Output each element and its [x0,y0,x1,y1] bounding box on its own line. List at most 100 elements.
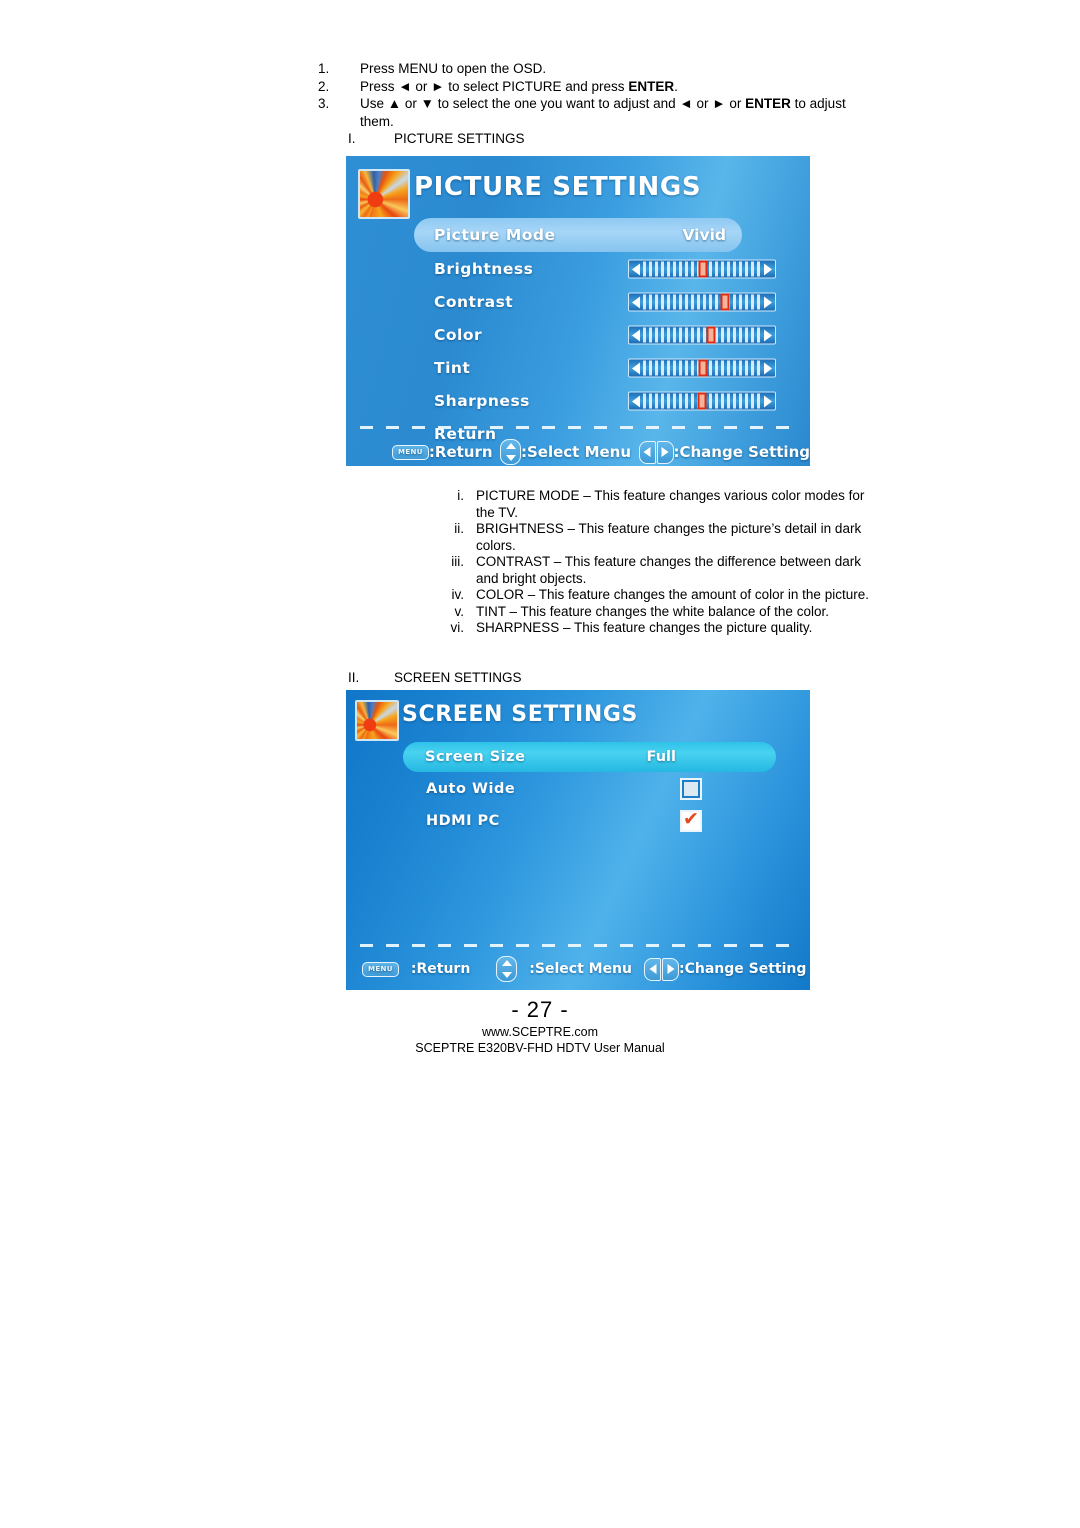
osd-row-picture-mode[interactable]: Picture Mode Vivid [414,218,742,252]
osd-row-sharpness[interactable]: Sharpness [346,385,810,417]
osd-title-picture: PICTURE SETTINGS [414,172,702,202]
picture-settings-osd: PICTURE SETTINGS Picture Mode Vivid Brig… [346,156,810,466]
osd-title-screen: SCREEN SETTINGS [402,702,638,727]
step-text: Use ▲ or ▼ to select the one you want to… [360,95,878,130]
description-text: CONTRAST – This feature changes the diff… [476,554,861,586]
footer-website: www.SCEPTRE.com [482,1025,598,1039]
right-arrow-key-icon [662,957,679,981]
slider-left-arrow-icon[interactable] [632,395,640,407]
slider-right-arrow-icon[interactable] [764,329,772,341]
step-number: 3. [318,96,330,111]
slider-right-arrow-icon[interactable] [764,263,772,275]
instruction-steps: 1. Press MENU to open the OSD. 2. Press … [318,60,878,130]
description-number: i. [457,488,464,503]
left-right-key-icon [638,440,674,464]
auto-wide-checkbox[interactable] [680,777,702,800]
footer-select-hint: :Select Menu [496,956,632,982]
osd-row-contrast[interactable]: Contrast [346,286,810,318]
page-number: - 27 - [511,997,569,1022]
footer-change-label: :Change Setting [679,961,807,977]
slider-left-arrow-icon[interactable] [632,263,640,275]
description-text: PICTURE MODE – This feature changes vari… [476,488,865,520]
osd-row-hdmi-pc[interactable]: HDMI PC ✔ [346,805,810,836]
description-number: iii. [451,554,464,569]
page-footer: www.SCEPTRE.com SCEPTRE E320BV-FHD HDTV … [0,1024,1080,1056]
osd-row-color[interactable]: Color [346,319,810,351]
left-right-key-icon [644,957,679,981]
checkmark-icon: ✔ [683,808,699,830]
flower-photo-art [357,702,397,739]
footer-change-label: :Change Setting [673,443,811,461]
slider-right-arrow-icon[interactable] [764,395,772,407]
up-down-key-icon [496,956,518,982]
sharpness-slider[interactable] [628,391,776,411]
left-arrow-key-icon [638,440,656,464]
description-text: BRIGHTNESS – This feature changes the pi… [476,521,862,553]
footer-change-hint: :Change Setting [644,957,807,981]
description-text: COLOR – This feature changes the amount … [476,587,869,602]
osd-row-screen-size[interactable]: Screen Size Full [403,742,776,772]
footer-select-hint: :Select Menu [500,439,631,465]
slider-ticks [643,294,761,310]
step-text: Press MENU to open the OSD. [360,61,547,76]
step-text-emphasis: ENTER [628,78,675,94]
description-text: SHARPNESS – This feature changes the pic… [476,620,813,635]
footer-select-label: :Select Menu [529,961,632,977]
description-number: vi. [450,620,465,635]
color-slider[interactable] [628,325,776,345]
screen-settings-osd: SCREEN SETTINGS Screen Size Full Auto Wi… [346,690,810,990]
section-label-screen-settings: II. SCREEN SETTINGS [348,670,522,685]
flower-photo-art [360,171,408,217]
footer-return-hint: MENU :Return [392,443,493,461]
section-number: II. [348,670,360,685]
slider-right-arrow-icon[interactable] [764,362,772,374]
section-title: PICTURE SETTINGS [394,131,525,146]
osd-row-brightness[interactable]: Brightness [346,253,810,285]
contrast-slider[interactable] [628,292,776,312]
hdmi-pc-checkbox[interactable]: ✔ [680,808,702,832]
section-title: SCREEN SETTINGS [394,670,522,685]
footer-return-label: :Return [410,961,471,977]
osd-row-auto-wide[interactable]: Auto Wide [346,773,810,804]
osd-row-label: Sharpness [434,392,530,410]
description-number: iv. [451,587,465,602]
osd-row-tint[interactable]: Tint [346,352,810,384]
slider-thumb[interactable] [697,392,707,410]
slider-ticks [643,327,761,343]
step-item: 1. Press MENU to open the OSD. [318,60,878,78]
section-number: I. [348,131,356,146]
description-item: vi. SHARPNESS – This feature changes the… [430,620,870,637]
osd-row-label: Color [434,326,483,344]
slider-left-arrow-icon[interactable] [632,329,640,341]
osd-row-label: Brightness [434,260,534,278]
slider-right-arrow-icon[interactable] [764,296,772,308]
step-text-tail: . [674,78,678,94]
osd-divider [360,944,796,947]
step-text-lead: Use ▲ or ▼ to select the one you want to… [360,96,746,111]
slider-left-arrow-icon[interactable] [632,296,640,308]
slider-thumb[interactable] [698,260,708,278]
osd-row-label: Picture Mode [434,226,556,244]
description-item: i. PICTURE MODE – This feature changes v… [430,488,870,521]
step-number: 2. [318,78,330,94]
flower-photo-icon [355,700,399,741]
osd-row-label: Screen Size [425,749,526,765]
checkbox-empty-fill [684,781,698,796]
footer-return-label: :Return [428,443,493,461]
osd-row-value: Vivid [682,226,726,244]
slider-left-arrow-icon[interactable] [632,362,640,374]
footer-return-hint: MENU :Return [362,961,470,977]
slider-thumb[interactable] [698,359,708,377]
slider-thumb[interactable] [720,293,730,311]
brightness-slider[interactable] [628,259,776,279]
osd-row-label: Auto Wide [426,780,516,797]
description-item: v. TINT – This feature changes the white… [430,604,870,621]
footer-select-label: :Select Menu [521,443,632,461]
tint-slider[interactable] [628,358,776,378]
osd-row-label: Tint [434,359,471,377]
slider-thumb[interactable] [706,326,716,344]
description-text: TINT – This feature changes the white ba… [476,603,829,619]
screen-settings-rows: Screen Size Full Auto Wide HDMI PC ✔ [346,742,810,837]
picture-feature-descriptions: i. PICTURE MODE – This feature changes v… [430,488,870,637]
up-down-key-icon [500,439,521,465]
